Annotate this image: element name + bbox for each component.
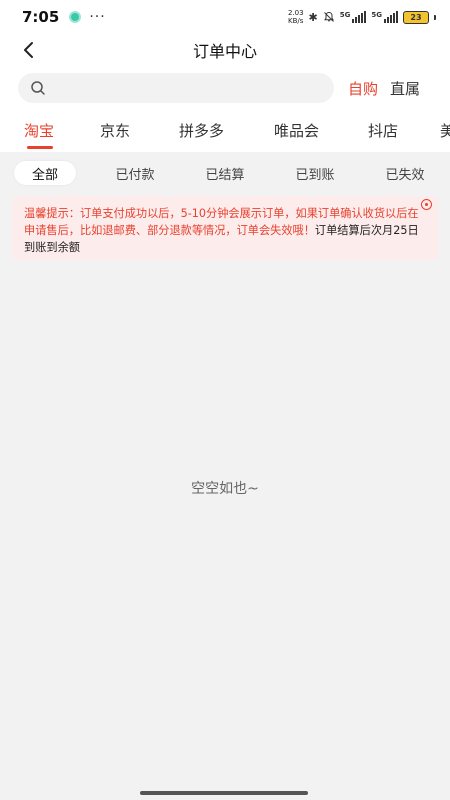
filter-credited[interactable]: 已到账	[283, 161, 347, 185]
back-button[interactable]	[14, 36, 42, 64]
sim2-signal-icon: 5G	[371, 11, 398, 23]
filter-all[interactable]: 全部	[14, 161, 76, 185]
search-row: 自购 直属	[0, 66, 450, 110]
mode-tab-direct[interactable]: 直属	[390, 78, 420, 99]
battery-icon: 23	[403, 10, 429, 24]
tab-partial-next[interactable]: 美	[440, 120, 450, 141]
app-notification-icon	[69, 11, 82, 23]
battery-tip	[434, 14, 436, 20]
status-time: 7:05	[22, 8, 60, 26]
tab-vipshop[interactable]: 唯品会	[274, 120, 319, 141]
home-indicator[interactable]	[140, 791, 308, 795]
notice-close-icon[interactable]	[421, 199, 432, 210]
status-bar: 7:05 ··· 2.03 KB/s ✱ 5G 5G 23	[0, 0, 450, 34]
sim1-label: 5G	[339, 11, 351, 19]
notice-banner: 温馨提示：订单支付成功以后，5-10分钟会展示订单，如果订单确认收货以后在申请售…	[12, 196, 438, 260]
network-speed-value: 2.03	[287, 9, 304, 17]
more-notifications-icon: ···	[89, 9, 106, 25]
status-filter-row: 全部 已付款 已结算 已到账 已失效	[0, 156, 450, 190]
sim1-signal-icon: 5G	[340, 11, 367, 23]
filter-invalid[interactable]: 已失效	[373, 161, 437, 185]
network-speed-unit: KB/s	[288, 17, 304, 25]
back-arrow-icon	[24, 42, 33, 58]
network-speed: 2.03 KB/s	[288, 9, 304, 25]
tab-douyin-store[interactable]: 抖店	[368, 120, 398, 141]
search-input[interactable]	[52, 74, 334, 102]
page-title: 订单中心	[192, 42, 257, 61]
search-box[interactable]	[18, 73, 334, 103]
tab-jd[interactable]: 京东	[100, 120, 130, 141]
tab-taobao[interactable]: 淘宝	[24, 120, 54, 141]
bell-off-icon	[323, 11, 334, 22]
active-tab-indicator	[27, 146, 53, 149]
order-center-screen: 7:05 ··· 2.03 KB/s ✱ 5G 5G 23 订单中心 自购 直属…	[0, 0, 450, 800]
status-icons: 2.03 KB/s ✱ 5G 5G 23	[288, 9, 436, 25]
sim2-label: 5G	[371, 11, 382, 19]
filter-paid[interactable]: 已付款	[103, 161, 167, 185]
empty-state-text: 空空如也~	[191, 481, 259, 497]
platform-tabs: 淘宝 京东 拼多多 唯品会 抖店 美	[0, 110, 450, 152]
tab-pinduoduo[interactable]: 拼多多	[179, 120, 224, 141]
mode-tab-self-purchase[interactable]: 自购	[348, 78, 378, 99]
search-icon	[31, 81, 45, 95]
header: 订单中心	[0, 34, 450, 66]
filter-settled[interactable]: 已结算	[193, 161, 257, 185]
bluetooth-icon: ✱	[308, 10, 318, 24]
